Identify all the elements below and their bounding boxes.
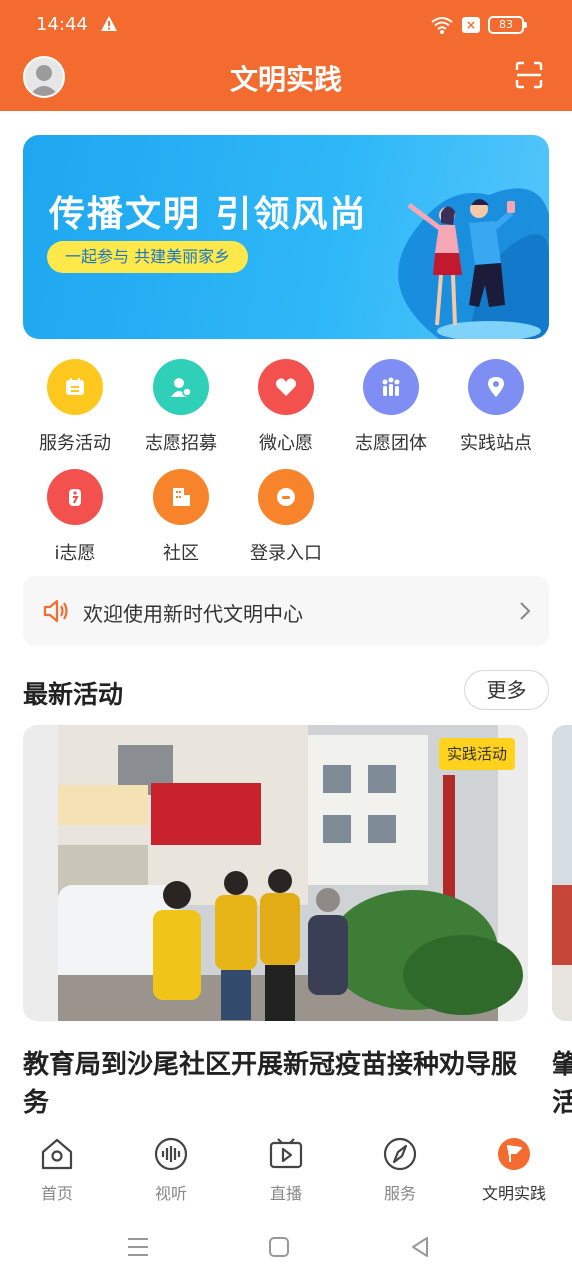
tab-audio-video[interactable]: 视听 — [126, 1136, 216, 1204]
banner-title: 传播文明 引领风尚 — [49, 194, 368, 235]
heart-icon — [258, 359, 314, 415]
next-activity-photo — [552, 725, 572, 1021]
notice-bar[interactable]: 欢迎使用新时代文明中心 — [23, 576, 549, 646]
scan-icon[interactable] — [515, 61, 543, 89]
grid-item-practice-site[interactable]: 实践站点 — [441, 359, 551, 455]
login-icon — [258, 469, 314, 525]
menu-icon[interactable] — [125, 1234, 151, 1260]
next-card-image[interactable] — [552, 725, 572, 1021]
grid-item-label: 志愿招募 — [145, 433, 217, 454]
grid-item-label: 微心愿 — [259, 433, 313, 454]
tab-service[interactable]: 服务 — [355, 1136, 445, 1204]
bottom-tab-bar: 首页 视听 直播 服务 文明实践 — [0, 1126, 572, 1216]
activity-tag: 实践活动 — [439, 738, 516, 770]
grid-item-micro-wish[interactable]: 微心愿 — [231, 359, 341, 455]
activity-title[interactable]: 教育局到沙尾社区开展新冠疫苗接种劝导服务 — [23, 1046, 528, 1122]
grid-item-service-activity[interactable]: 服务活动 — [20, 359, 130, 455]
wifi-icon — [431, 17, 453, 34]
battery-icon: 83 — [488, 16, 527, 34]
tab-label: 服务 — [383, 1184, 416, 1203]
tab-home[interactable]: 首页 — [12, 1136, 102, 1204]
building-icon — [153, 469, 209, 525]
main-content: 传播文明 引领风尚 一起参与 共建美丽家乡 服务活动 志愿招募 微心愿 志愿团体… — [0, 111, 572, 1126]
tab-label: 直播 — [269, 1184, 302, 1203]
more-button[interactable]: 更多 — [464, 670, 549, 710]
warning-icon — [101, 16, 117, 31]
grid-item-label: 社区 — [163, 543, 199, 564]
grid-item-volunteer-recruit[interactable]: 志愿招募 — [126, 359, 236, 455]
grid-item-label: i志愿 — [54, 543, 96, 564]
group-icon — [363, 359, 419, 415]
chevron-right-icon — [520, 602, 531, 620]
flag-icon — [498, 1138, 530, 1170]
grid-item-login-entry[interactable]: 登录入口 — [231, 469, 341, 565]
tab-label: 视听 — [154, 1184, 187, 1203]
audio-icon — [154, 1137, 188, 1171]
grid-item-label: 实践站点 — [460, 433, 532, 454]
i-volunteer-icon — [47, 469, 103, 525]
home-icon — [41, 1138, 73, 1170]
tab-label: 首页 — [40, 1184, 73, 1203]
system-nav-bar — [0, 1216, 572, 1280]
grid-item-i-volunteer[interactable]: i志愿 — [20, 469, 130, 565]
status-time: 14:44 — [36, 14, 88, 35]
compass-icon — [383, 1137, 417, 1171]
back-icon[interactable] — [407, 1234, 433, 1260]
video-icon — [269, 1138, 303, 1169]
page-title: 文明实践 — [229, 63, 342, 96]
promo-banner[interactable]: 传播文明 引领风尚 一起参与 共建美丽家乡 — [23, 135, 549, 339]
home-square-icon[interactable] — [266, 1234, 292, 1260]
grid-item-label: 志愿团体 — [355, 433, 427, 454]
banner-subtitle: 一起参与 共建美丽家乡 — [47, 241, 249, 273]
user-add-icon — [153, 359, 209, 415]
notice-text: 欢迎使用新时代文明中心 — [83, 602, 303, 626]
banner-illustration — [398, 188, 549, 339]
tab-live[interactable]: 直播 — [241, 1136, 331, 1204]
calendar-icon — [47, 359, 103, 415]
grid-item-volunteer-group[interactable]: 志愿团体 — [336, 359, 446, 455]
grid-item-label: 服务活动 — [39, 433, 111, 454]
section-title: 最新活动 — [23, 680, 124, 709]
speaker-icon — [43, 599, 68, 623]
tab-civilization-practice[interactable]: 文明实践 — [469, 1136, 559, 1204]
status-bar: 14:44 × 83 — [0, 0, 572, 50]
next-activity-title[interactable]: 肇活 — [552, 1046, 572, 1122]
location-icon — [468, 359, 524, 415]
sim-off-icon: × — [462, 17, 480, 33]
app-header: 14:44 × 83 文明实践 — [0, 0, 572, 111]
tab-label: 文明实践 — [481, 1184, 546, 1203]
grid-item-label: 登录入口 — [250, 543, 322, 564]
grid-item-community[interactable]: 社区 — [126, 469, 236, 565]
